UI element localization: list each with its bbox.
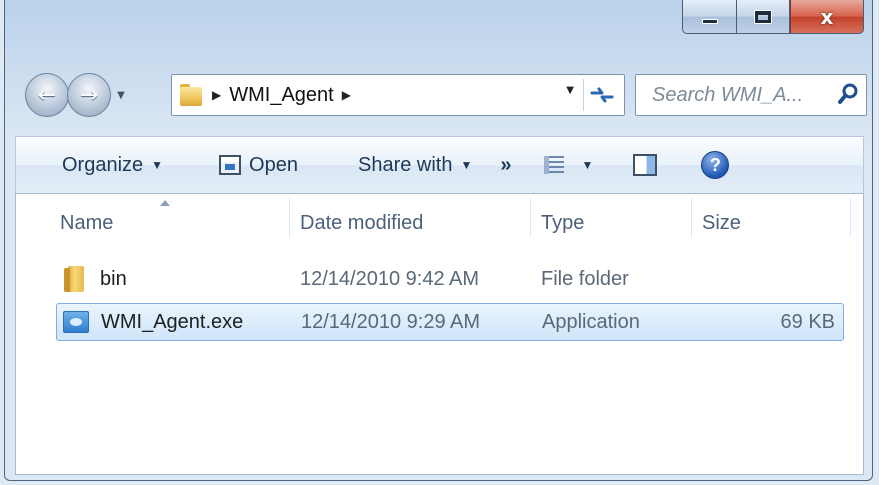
column-header-label: Name <box>60 211 114 234</box>
change-view-button[interactable]: ▼ <box>543 137 594 193</box>
close-icon: x <box>820 4 834 29</box>
file-name: WMI_Agent.exe <box>101 310 244 333</box>
column-header-date-modified[interactable]: Date modified <box>300 194 530 252</box>
open-icon <box>219 155 242 175</box>
column-header-type[interactable]: Type <box>541 194 691 252</box>
file-date-modified: 12/14/2010 9:42 AM <box>300 267 480 290</box>
sort-ascending-icon <box>160 200 170 206</box>
column-divider[interactable] <box>530 198 531 238</box>
file-row-wmi-agent-exe[interactable]: WMI_Agent.exe 12/14/2010 9:29 AM Applica… <box>56 303 844 341</box>
folder-icon <box>180 84 204 106</box>
forward-button[interactable]: → <box>67 73 111 117</box>
column-header-size[interactable]: Size <box>702 194 842 252</box>
preview-pane-button[interactable] <box>633 137 658 193</box>
file-name: bin <box>100 267 127 290</box>
address-bar[interactable]: ▶ WMI_Agent ▶ ▼ <box>171 74 625 116</box>
maximize-icon <box>754 9 772 24</box>
navigation-buttons: ← → ▼ <box>25 70 128 120</box>
maximize-button[interactable] <box>736 0 790 34</box>
help-button[interactable]: ? <box>701 137 730 193</box>
minimize-icon <box>701 19 718 24</box>
breadcrumb-separator-icon[interactable]: ▶ <box>342 88 351 102</box>
column-header-name[interactable]: Name <box>60 194 290 252</box>
explorer-window: x ← → ▼ ▶ WMI_Agent ▶ ▼ Search WMI_A... <box>4 0 873 481</box>
back-arrow-icon: ← <box>37 82 57 108</box>
caption-buttons: x <box>682 0 864 36</box>
open-button[interactable]: Open <box>219 137 298 193</box>
column-divider[interactable] <box>850 198 851 238</box>
preview-pane-icon <box>633 154 658 176</box>
address-dropdown-icon[interactable]: ▼ <box>566 85 574 96</box>
breadcrumb-separator-icon[interactable]: ▶ <box>212 88 221 102</box>
search-box[interactable]: Search WMI_A... <box>635 74 867 116</box>
file-type: Application <box>542 310 640 333</box>
chevron-down-icon: ▼ <box>151 158 164 172</box>
column-header-label: Date modified <box>300 211 424 234</box>
share-with-label: Share with <box>357 153 453 176</box>
command-bar: Organize ▼ Open Share with ▼ » ▼ ? <box>15 136 864 194</box>
application-icon <box>63 304 89 340</box>
double-chevron-icon: » <box>500 153 512 176</box>
forward-arrow-icon: → <box>79 82 99 108</box>
file-row-bin[interactable]: bin 12/14/2010 9:42 AM File folder <box>56 260 844 298</box>
file-type: File folder <box>541 267 629 290</box>
back-button[interactable]: ← <box>25 73 69 117</box>
recent-pages-button[interactable]: ▼ <box>114 85 128 105</box>
search-icon[interactable] <box>838 83 858 105</box>
file-date-modified: 12/14/2010 9:29 AM <box>301 310 481 333</box>
share-with-button[interactable]: Share with ▼ <box>358 137 472 193</box>
help-icon: ? <box>701 151 730 179</box>
column-divider[interactable] <box>289 198 290 238</box>
refresh-icon <box>590 87 614 103</box>
column-header-label: Type <box>541 211 585 234</box>
search-input[interactable]: Search WMI_A... <box>652 84 803 107</box>
file-list: Name Date modified Type Size bin 12/14/2… <box>15 194 864 475</box>
column-header-label: Size <box>702 211 741 234</box>
more-commands-button[interactable]: » <box>500 137 511 193</box>
open-label: Open <box>249 153 298 176</box>
refresh-button[interactable] <box>583 79 620 111</box>
breadcrumb-item[interactable]: WMI_Agent <box>229 84 333 107</box>
column-divider[interactable] <box>691 198 692 238</box>
chevron-down-icon: ▼ <box>117 89 125 101</box>
organize-button[interactable]: Organize ▼ <box>62 137 163 193</box>
organize-label: Organize <box>62 153 144 176</box>
chevron-down-icon: ▼ <box>460 158 473 172</box>
column-headers: Name Date modified Type Size <box>16 194 863 252</box>
folder-icon <box>64 260 88 298</box>
close-button[interactable]: x <box>790 0 864 34</box>
minimize-button[interactable] <box>682 0 736 34</box>
file-size: 69 KB <box>780 310 835 333</box>
chevron-down-icon: ▼ <box>581 158 594 172</box>
views-icon <box>543 156 564 174</box>
